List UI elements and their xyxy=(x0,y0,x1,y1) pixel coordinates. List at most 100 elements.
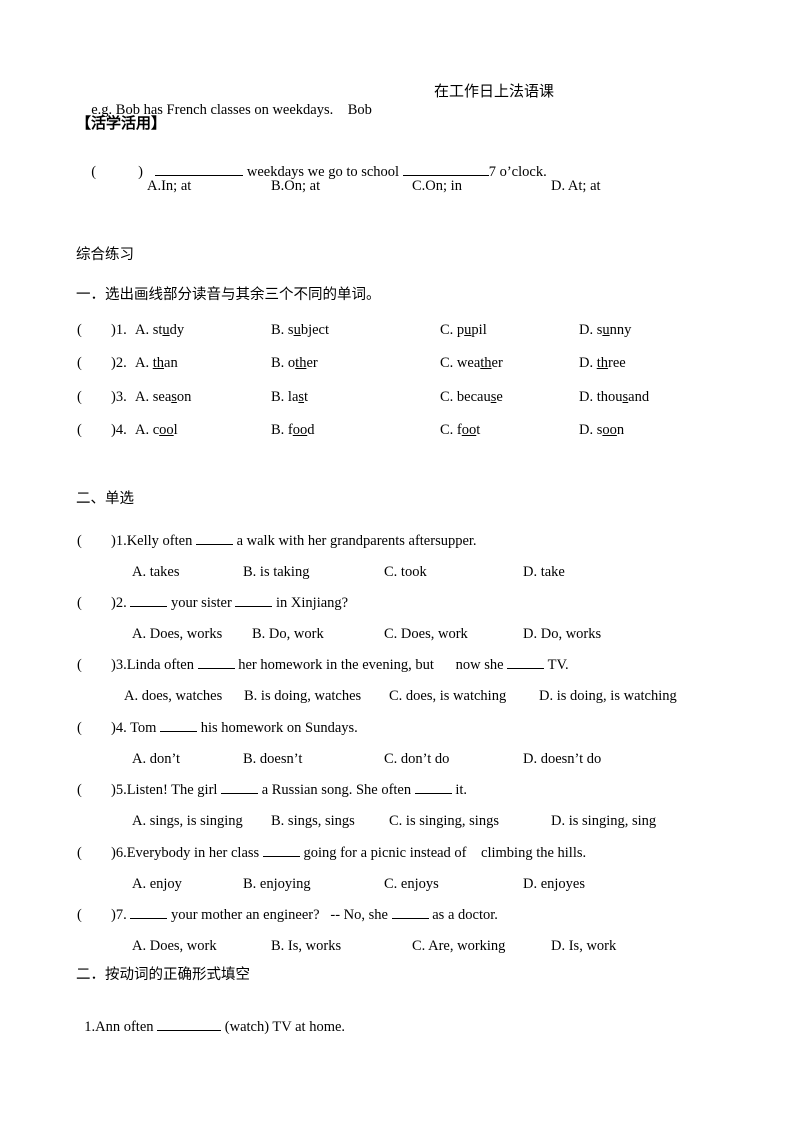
option-text: B. xyxy=(271,389,288,405)
question-text: )3.Linda often her homework in the eveni… xyxy=(111,656,569,674)
question-fragment: his homework on Sundays. xyxy=(197,720,358,736)
choice-option-d: D. is doing, is watching xyxy=(539,688,677,704)
choice-option-b: B. doesn’t xyxy=(243,751,303,767)
option-text: C. xyxy=(440,355,457,371)
option-text: A. xyxy=(135,322,153,338)
practice-heading: 【活学活用】 xyxy=(76,114,167,132)
answer-paren[interactable]: ( xyxy=(77,321,82,339)
answer-blank[interactable] xyxy=(414,781,452,794)
answer-paren[interactable]: ( xyxy=(77,421,82,439)
answer-blank[interactable] xyxy=(262,844,300,857)
option-text: er xyxy=(306,355,318,371)
question-fragment: )6.Everybody in her class xyxy=(111,845,263,861)
question-fragment: as a doctor. xyxy=(428,907,498,923)
question-fragment: )4. Tom xyxy=(111,720,161,736)
choice-option-a: A. enjoy xyxy=(132,876,182,892)
practice-option-b: B.On; at xyxy=(271,178,321,194)
choice-option-b: B. is doing, watches xyxy=(244,688,362,704)
answer-paren[interactable]: ( xyxy=(77,906,82,924)
answer-blank[interactable] xyxy=(221,781,259,794)
question-number: )4. xyxy=(111,422,131,438)
question-text: )6.Everybody in her class going for a pi… xyxy=(111,844,586,862)
section1-title: 一．选出画线部分读音与其余三个不同的单词。 xyxy=(76,287,381,303)
phonics-option: C. because xyxy=(440,388,503,406)
underlined-letters: th xyxy=(596,355,609,371)
answer-blank[interactable] xyxy=(402,163,489,176)
answer-blank[interactable] xyxy=(130,594,168,607)
answer-paren[interactable]: ( xyxy=(77,781,82,799)
phonics-option: C. weather xyxy=(440,354,503,372)
answer-paren[interactable]: ( xyxy=(77,532,82,550)
phonics-option: B. subject xyxy=(271,321,329,339)
underlined-letters: u xyxy=(162,322,170,338)
option-text: l xyxy=(173,422,178,438)
question-fragment: a walk with her grandparents aftersupper… xyxy=(232,533,477,549)
answer-blank[interactable] xyxy=(157,1018,222,1031)
question-fragment: )7. xyxy=(111,907,131,923)
answer-blank[interactable] xyxy=(130,906,168,919)
answer-paren[interactable]: ( xyxy=(77,388,82,406)
phonics-option: A. than xyxy=(135,354,178,372)
option-text: dy xyxy=(169,322,185,338)
option-text: D. xyxy=(579,355,597,371)
option-text: C. xyxy=(440,422,457,438)
question-fragment: your mother an engineer? -- No, she xyxy=(167,907,392,923)
answer-blank[interactable] xyxy=(195,532,233,545)
question-text: )1.Kelly often a walk with her grandpare… xyxy=(111,532,477,550)
answer-blank[interactable] xyxy=(507,656,545,669)
choice-option-c: C. Does, work xyxy=(384,626,468,642)
question-fragment: TV. xyxy=(544,657,569,673)
answer-paren[interactable]: ( xyxy=(77,844,82,862)
answer-paren-close: ) xyxy=(138,164,143,180)
question-text: 7 o’clock. xyxy=(488,164,547,180)
underlined-letters: u xyxy=(602,322,610,338)
answer-blank[interactable] xyxy=(235,594,273,607)
answer-paren[interactable]: ( xyxy=(77,594,82,612)
practice-question: () xyxy=(84,145,143,181)
underlined-letters: th xyxy=(152,355,165,371)
underlined-letters: oo xyxy=(159,422,174,438)
choice-option-a: A. Does, work xyxy=(132,938,217,954)
question-text: weekdays we go to school xyxy=(246,164,400,180)
choice-option-c: C. Are, working xyxy=(412,938,506,954)
example-name: Bob xyxy=(347,102,372,118)
answer-paren[interactable]: ( xyxy=(77,354,82,372)
option-text: t xyxy=(304,389,309,405)
choice-option-b: B. sings, sings xyxy=(271,813,355,829)
option-text: B. xyxy=(271,355,288,371)
question-text: (watch) TV at home. xyxy=(221,1019,346,1035)
phonics-option: A. cool xyxy=(135,421,178,439)
option-text: A. xyxy=(135,422,153,438)
question-fragment: it. xyxy=(451,782,468,798)
phonics-option: C. pupil xyxy=(440,321,487,339)
option-text: D. xyxy=(579,422,597,438)
phonics-option: B. other xyxy=(271,354,318,372)
option-text: C. xyxy=(440,389,457,405)
phonics-option: D. sunny xyxy=(579,321,631,339)
question-number: )1. xyxy=(111,322,131,338)
choice-option-c: C. enjoys xyxy=(384,876,439,892)
answer-blank[interactable] xyxy=(391,906,429,919)
answer-paren[interactable]: ( xyxy=(77,656,82,674)
phonics-option: A. study xyxy=(135,321,184,339)
option-text: C. xyxy=(440,322,457,338)
question-fragment: going for a picnic instead of climbing t… xyxy=(299,845,587,861)
option-text: st xyxy=(152,322,163,338)
choice-option-b: B. Is, works xyxy=(271,938,342,954)
choice-option-d: D. take xyxy=(523,564,565,580)
question-text: )7. your mother an engineer? -- No, she … xyxy=(111,906,498,924)
underlined-letters: oo xyxy=(602,422,617,438)
choice-option-a: A. Does, works xyxy=(132,626,223,642)
option-text: B. xyxy=(271,422,288,438)
question-fragment: )2. xyxy=(111,595,131,611)
phonics-option: D. three xyxy=(579,354,626,372)
answer-paren[interactable]: ( xyxy=(77,719,82,737)
answer-blank[interactable] xyxy=(197,656,235,669)
choice-option-c: C. is singing, sings xyxy=(389,813,499,829)
answer-blank[interactable] xyxy=(155,163,244,176)
answer-blank[interactable] xyxy=(160,719,198,732)
option-text: D. xyxy=(579,389,597,405)
option-text: bject xyxy=(300,322,330,338)
underlined-letters: th xyxy=(295,355,307,371)
answer-paren-open[interactable]: ( xyxy=(91,164,96,180)
